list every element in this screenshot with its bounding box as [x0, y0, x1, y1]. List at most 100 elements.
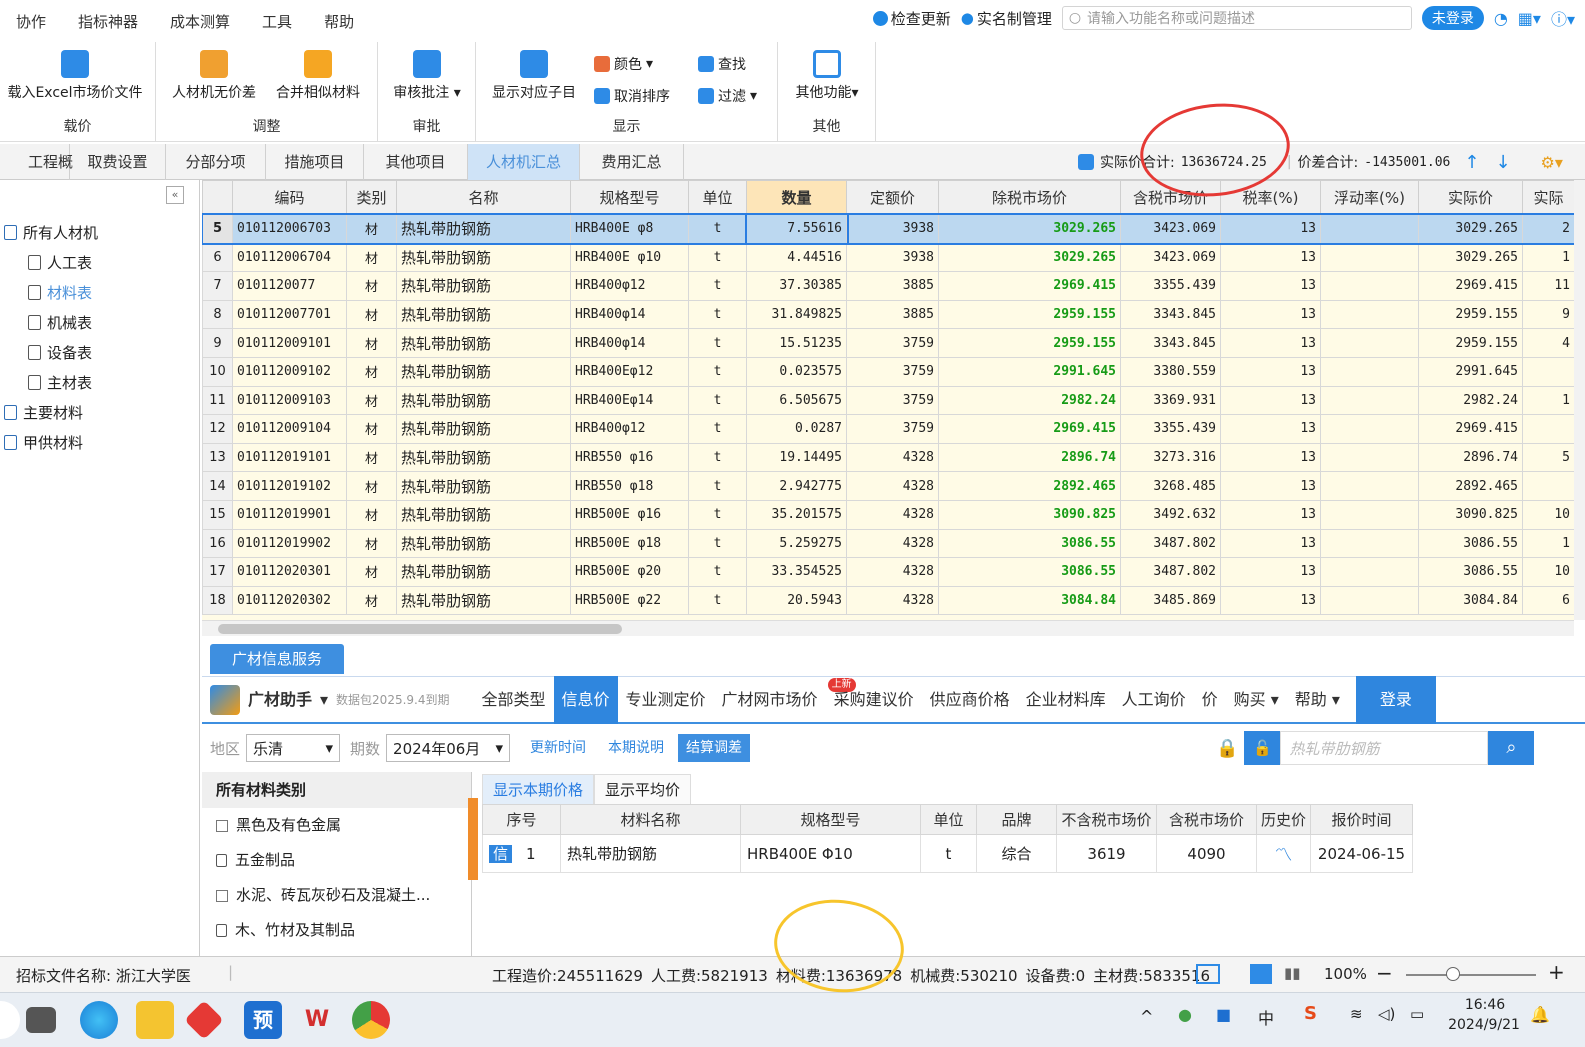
- grid-cell[interactable]: 2969.415: [1418, 414, 1523, 444]
- tree-item-owner-supplied[interactable]: 甲供材料: [4, 432, 83, 453]
- grid-cell[interactable]: 3268.485: [1120, 471, 1221, 501]
- tab-current-price[interactable]: 显示本期价格: [482, 774, 595, 805]
- grid-cell[interactable]: 010112019102: [232, 471, 347, 501]
- grid-cell[interactable]: 3485.869: [1120, 585, 1221, 616]
- chevron-up-icon[interactable]: ^: [1140, 1007, 1153, 1026]
- grid-cell[interactable]: 35.201575: [746, 499, 847, 530]
- grid-cell[interactable]: 9: [1522, 299, 1574, 330]
- login-status-button[interactable]: 未登录: [1421, 6, 1484, 30]
- grid-cell[interactable]: 3343.845: [1120, 328, 1221, 358]
- tab-project-overview[interactable]: 工程概况: [0, 144, 73, 207]
- grid-cell[interactable]: 3759: [846, 328, 939, 358]
- info-icon[interactable]: ⓘ▾: [1551, 6, 1575, 30]
- grid-col-header[interactable]: 实际价: [1418, 180, 1523, 215]
- grid-cell[interactable]: 热轧带肋钢筋: [396, 414, 571, 444]
- grid-cell[interactable]: 4328: [846, 499, 939, 530]
- grid-cell[interactable]: 3369.931: [1120, 385, 1221, 416]
- grid-cell[interactable]: t: [688, 214, 747, 244]
- grid-cell[interactable]: 13: [1220, 385, 1321, 416]
- grid-cell[interactable]: 3487.802: [1120, 528, 1221, 559]
- grid-cell[interactable]: [1320, 414, 1419, 444]
- grid-cell[interactable]: 31.849825: [746, 299, 847, 330]
- period-notes-button[interactable]: 本期说明: [600, 734, 673, 762]
- grid-cell[interactable]: t: [688, 442, 747, 473]
- grid-cell[interactable]: 2959.155: [1418, 299, 1523, 330]
- grid-cell[interactable]: 010112007701: [232, 299, 347, 330]
- apps-icon[interactable]: ▦▾: [1518, 9, 1541, 28]
- grid-cell[interactable]: 13: [1220, 557, 1321, 587]
- grid-col-header[interactable]: 单位: [688, 180, 747, 215]
- grid-cell[interactable]: 4328: [846, 442, 939, 473]
- grid-cell[interactable]: 13: [1220, 499, 1321, 530]
- grid-cell[interactable]: [1522, 356, 1574, 387]
- grid-cell[interactable]: 010112009102: [232, 356, 347, 387]
- grid-cell[interactable]: 3355.439: [1120, 414, 1221, 444]
- price-row[interactable]: 信 1 热轧带肋钢筋 HRB400E Φ10 t 综合 3619 4090 〽 2024-06-1…: [482, 834, 1413, 873]
- table-row[interactable]: 5 010112006703 材热轧带肋钢筋 HRB400E φ8 t 7.55616 39…: [202, 212, 1574, 246]
- grid-cell[interactable]: 4328: [846, 528, 939, 559]
- grid-cell[interactable]: 3759: [846, 385, 939, 416]
- price-cell[interactable]: 4090: [1156, 834, 1257, 873]
- grid-cell[interactable]: 010112020302: [232, 585, 347, 616]
- scroll-thumb[interactable]: [218, 624, 622, 634]
- grid-cell[interactable]: 3084.84: [1418, 585, 1523, 616]
- tab-measures[interactable]: 措施项目: [266, 144, 364, 180]
- tree-item-key-materials[interactable]: 主要材料: [4, 402, 83, 423]
- grid-cell[interactable]: 13: [1220, 528, 1321, 559]
- category-item[interactable]: 木、竹材及其制品: [202, 913, 471, 948]
- grid-cell[interactable]: 热轧带肋钢筋: [396, 271, 571, 301]
- price-cell[interactable]: HRB400E Φ10: [740, 834, 921, 873]
- sogou-icon[interactable]: S: [1304, 1003, 1317, 1024]
- grid-cell[interactable]: 3029.265: [938, 242, 1121, 273]
- tree-item-material[interactable]: 材料表: [28, 282, 92, 303]
- grid-cell[interactable]: t: [688, 299, 747, 330]
- grid-cell[interactable]: 19.14495: [746, 442, 847, 473]
- gc-nav-measured[interactable]: 专业测定价: [618, 676, 714, 724]
- grid-cell[interactable]: 2892.465: [938, 471, 1121, 501]
- grid-cell[interactable]: 2892.465: [1418, 471, 1523, 501]
- grid-cell[interactable]: 5: [1522, 442, 1574, 473]
- grid-cell[interactable]: 热轧带肋钢筋: [396, 499, 571, 530]
- grid-cell[interactable]: 010112006703: [232, 214, 347, 244]
- app-red-icon[interactable]: [184, 1000, 224, 1040]
- price-cell[interactable]: 3619: [1056, 834, 1157, 873]
- grid-cell[interactable]: [1320, 271, 1419, 301]
- grid-cell[interactable]: 热轧带肋钢筋: [396, 528, 571, 559]
- grid-cell[interactable]: 6.505675: [746, 385, 847, 416]
- menu-help[interactable]: 帮助: [308, 11, 370, 32]
- trend-chart-icon[interactable]: 〽: [1275, 845, 1293, 866]
- grid-cell[interactable]: [1522, 471, 1574, 501]
- ime-indicator[interactable]: 中: [1258, 1005, 1274, 1029]
- grid-cell[interactable]: 0.023575: [746, 356, 847, 387]
- region-select[interactable]: 乐清 ▾: [246, 734, 341, 762]
- zoom-out-button[interactable]: −: [1376, 961, 1393, 985]
- grid-cell[interactable]: 材: [346, 328, 397, 358]
- gc-brand[interactable]: 广材助手 ▾: [202, 676, 336, 724]
- grid-col-header[interactable]: 实际: [1522, 180, 1574, 215]
- tab-other-items[interactable]: 其他项目: [364, 144, 468, 180]
- grid-cell[interactable]: t: [688, 471, 747, 501]
- table-row[interactable]: 16 010112019902 材热轧带肋钢筋 HRB500E φ18 t 5.25927…: [202, 528, 1574, 559]
- battery-icon[interactable]: ▭: [1410, 1005, 1424, 1023]
- grid-cell[interactable]: 热轧带肋钢筋: [396, 385, 571, 416]
- gc-nav-market[interactable]: 广材网市场价 上新: [714, 676, 856, 724]
- grid-cell[interactable]: 3086.55: [1418, 557, 1523, 587]
- grid-cell[interactable]: HRB400Eφ14: [570, 385, 689, 416]
- grid-cell[interactable]: 13: [1220, 414, 1321, 444]
- grid-cell[interactable]: HRB400E φ8: [570, 214, 689, 244]
- grid-cell[interactable]: 热轧带肋钢筋: [396, 328, 571, 358]
- grid-cell[interactable]: 010112019101: [232, 442, 347, 473]
- grid-cell[interactable]: HRB500E φ16: [570, 499, 689, 530]
- grid-cell[interactable]: 4328: [846, 585, 939, 616]
- price-cell[interactable]: 2024-06-15: [1310, 834, 1413, 873]
- gc-search-input[interactable]: 热轧带肋钢筋: [1280, 731, 1489, 765]
- category-item[interactable]: 五金制品: [202, 843, 471, 878]
- grid-cell[interactable]: t: [688, 585, 747, 616]
- clock-date[interactable]: 2024/9/21: [1444, 1017, 1524, 1033]
- grid-cell[interactable]: 3090.825: [938, 499, 1121, 530]
- grid-cell[interactable]: HRB550 φ16: [570, 442, 689, 473]
- settlement-adjust-button[interactable]: 结算调差: [678, 734, 751, 762]
- grid-cell[interactable]: t: [688, 557, 747, 587]
- arrow-up-icon[interactable]: ↑: [1464, 152, 1479, 173]
- cancel-sort-button[interactable]: 取消排序: [594, 86, 670, 106]
